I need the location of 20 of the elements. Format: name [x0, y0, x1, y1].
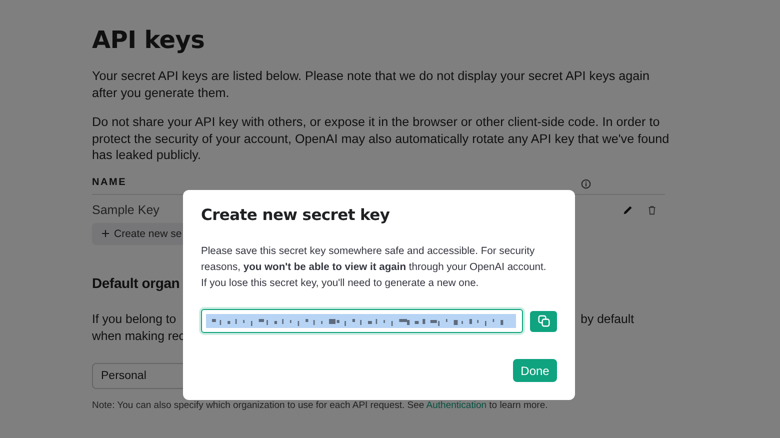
pencil-icon[interactable]: [623, 204, 633, 214]
plus-icon: [102, 230, 109, 237]
section-text: If you belong to: [92, 310, 176, 328]
trash-icon[interactable]: [647, 204, 657, 214]
paragraph: Do not share your API key with others, or expose it in the browser or other client-side code. In order to protect the security of your account, OpenAI may also automatically rotate any API key that we've found has leaked publicly.: [92, 114, 670, 164]
authentication-link[interactable]: Authentication: [426, 400, 487, 410]
paragraph: Your secret API keys are listed below. Please note that we do not display your secret API keys again after you generate them.: [92, 68, 650, 101]
secret-key-field[interactable]: [201, 309, 523, 333]
dialog-message: Please save this secret key somewhere safe and accessible. For security reasons, you won't be able to view it again through your OpenAI account. If you lose this secret key, you'll need to generate a new one.: [201, 245, 548, 291]
section-title: Default organ: [92, 274, 180, 290]
section-text: by default: [580, 310, 634, 328]
key-name: Sample Key: [92, 202, 160, 216]
copy-button[interactable]: [530, 310, 557, 332]
done-button[interactable]: Done: [513, 359, 557, 382]
page-title: API keys: [92, 26, 206, 54]
info-icon: [581, 178, 591, 188]
copy-icon: [538, 315, 550, 327]
note-text: Note: You can also specify which organization to use for each API request. See Authentication to learn more.: [92, 400, 549, 410]
dialog-title: Create new secret key: [201, 206, 391, 224]
column-header: NAME: [92, 176, 127, 188]
